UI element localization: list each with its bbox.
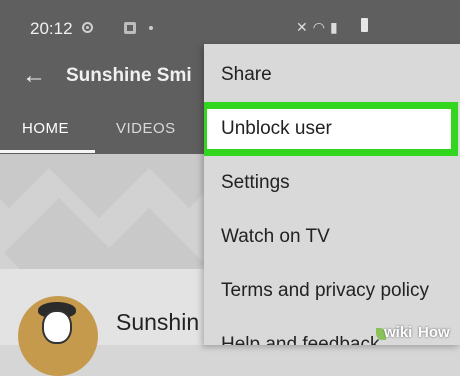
status-icons: ✕◠▮ bbox=[296, 19, 343, 36]
notification-dot bbox=[149, 26, 153, 30]
mute-icon: ✕ bbox=[296, 19, 313, 35]
avatar[interactable] bbox=[18, 296, 98, 376]
wifi-icon: ◠ bbox=[312, 19, 330, 35]
menu-item-label: Settings bbox=[221, 172, 290, 193]
tab-home[interactable]: HOME bbox=[22, 120, 69, 137]
channel-name: Sunshin bbox=[116, 309, 200, 335]
avatar-face bbox=[42, 310, 72, 344]
signal-icon: ▮ bbox=[329, 19, 343, 35]
app-notification-icon bbox=[124, 22, 136, 34]
chrome-icon bbox=[82, 22, 93, 33]
watermark-wiki: wiki bbox=[384, 324, 413, 341]
watermark-how: How bbox=[418, 324, 450, 341]
menu-item-share[interactable]: Share bbox=[204, 48, 460, 102]
menu-item-watch-on-tv[interactable]: Watch on TV bbox=[204, 210, 460, 264]
menu-item-unblock-user[interactable]: Unblock user bbox=[204, 102, 458, 156]
menu-item-label: Unblock user bbox=[221, 118, 332, 139]
menu-item-settings[interactable]: Settings bbox=[204, 156, 460, 210]
status-time: 20:12 bbox=[30, 19, 73, 38]
menu-item-label: Terms and privacy policy bbox=[221, 280, 430, 301]
channel-title: Sunshine Smi bbox=[66, 65, 192, 86]
active-tab-indicator bbox=[0, 150, 95, 153]
menu-item-label: Help and feedback bbox=[221, 334, 380, 345]
menu-item-label: Share bbox=[221, 64, 272, 85]
overflow-menu: Share Unblock user Settings Watch on TV … bbox=[204, 44, 460, 345]
battery-icon bbox=[361, 18, 368, 32]
tab-videos[interactable]: VIDEOS bbox=[116, 120, 176, 137]
menu-item-label: Watch on TV bbox=[221, 226, 330, 247]
banner-pattern bbox=[93, 207, 205, 269]
menu-item-terms-privacy[interactable]: Terms and privacy policy bbox=[204, 264, 460, 318]
wikihow-watermark: wiki How bbox=[376, 322, 460, 345]
back-arrow-icon[interactable]: ← bbox=[22, 62, 46, 90]
